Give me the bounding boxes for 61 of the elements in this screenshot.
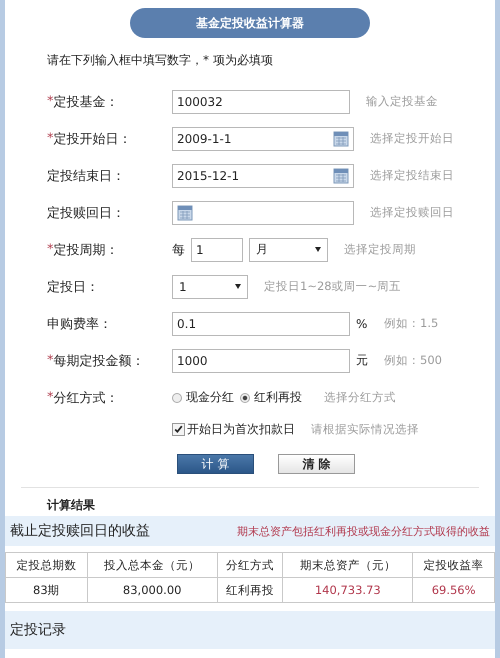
column-header: 期末总资产（元）	[282, 552, 413, 578]
required-mark: *	[47, 94, 54, 109]
every-label: 每	[172, 242, 185, 258]
field-hint: 选择定投结束日	[370, 168, 454, 183]
field-label: 定投开始日：	[54, 130, 132, 148]
radio-option[interactable]: 红利再投	[240, 389, 302, 406]
table-cell: 83,000.00	[87, 578, 218, 602]
unit-label: %	[356, 316, 368, 330]
required-mark: *	[47, 242, 54, 257]
clear-button[interactable]: 清 除	[278, 454, 355, 474]
table-cell: 69.56%	[412, 578, 494, 602]
required-mark: *	[47, 390, 54, 405]
calendar-icon[interactable]	[333, 168, 349, 184]
instruction-text: 请在下列输入框中填写数字，* 项为必填项	[47, 52, 274, 68]
required-mark: *	[47, 353, 54, 368]
field-label: 分红方式：	[54, 390, 118, 406]
input-field[interactable]: 100032	[172, 90, 350, 114]
date-field[interactable]: 2009-1-1	[172, 126, 354, 150]
checkbox-label: 开始日为首次扣款日	[187, 420, 295, 438]
field-hint: 定投日1~28或周一~周五	[264, 279, 402, 294]
table-cell: 红利再投	[217, 578, 283, 602]
input-field[interactable]: 1000	[172, 348, 350, 372]
field-hint: 请根据实际情况选择	[311, 422, 419, 436]
column-header: 定投收益率	[412, 552, 494, 578]
field-label: 定投日：	[47, 278, 99, 296]
records-title: 定投记录	[10, 621, 66, 639]
summary-note: 期末总资产包括红利再投或现金分红方式取得的收益	[237, 524, 490, 538]
unit-label: 元	[356, 352, 368, 369]
table-cell: 140,733.73	[282, 578, 413, 602]
calendar-icon[interactable]	[333, 130, 349, 146]
radio-option[interactable]: 现金分红	[172, 389, 234, 406]
calendar-icon[interactable]	[177, 204, 193, 220]
field-hint: 选择定投赎回日	[370, 205, 454, 220]
calculator-title: 基金定投收益计算器	[130, 8, 370, 38]
section-heading: 计算结果	[47, 498, 96, 512]
field-label: 申购费率：	[47, 316, 112, 332]
period-dropdown[interactable]: 月	[249, 238, 328, 262]
column-header: 分红方式	[217, 552, 283, 578]
input-field[interactable]: 1	[191, 238, 243, 262]
date-field[interactable]: 2015-12-1	[172, 164, 354, 188]
calculate-button[interactable]: 计 算	[177, 454, 254, 474]
field-label: 每期定投金额：	[54, 352, 144, 370]
day-dropdown[interactable]: 1	[172, 274, 248, 298]
field-hint: 例如：1.5	[384, 316, 438, 331]
required-mark: *	[47, 131, 54, 146]
field-hint: 输入定投基金	[366, 94, 438, 109]
date-field[interactable]	[172, 200, 354, 224]
column-header: 投入总本金（元）	[87, 552, 218, 578]
field-hint: 选择定投周期	[344, 242, 416, 257]
input-field[interactable]: 0.1	[172, 312, 350, 336]
field-label: 定投赎回日：	[47, 204, 125, 222]
column-header: 定投总期数	[6, 552, 88, 578]
field-label: 定投基金：	[54, 94, 118, 110]
table-cell: 83期	[6, 578, 88, 602]
field-hint: 例如：500	[384, 353, 442, 368]
field-hint: 选择定投开始日	[370, 131, 454, 146]
field-hint: 选择分红方式	[324, 390, 396, 405]
summary-title: 截止定投赎回日的收益	[10, 522, 150, 540]
checkbox[interactable]	[172, 422, 185, 436]
field-label: 定投周期：	[54, 242, 118, 258]
field-label: 定投结束日：	[47, 168, 125, 184]
